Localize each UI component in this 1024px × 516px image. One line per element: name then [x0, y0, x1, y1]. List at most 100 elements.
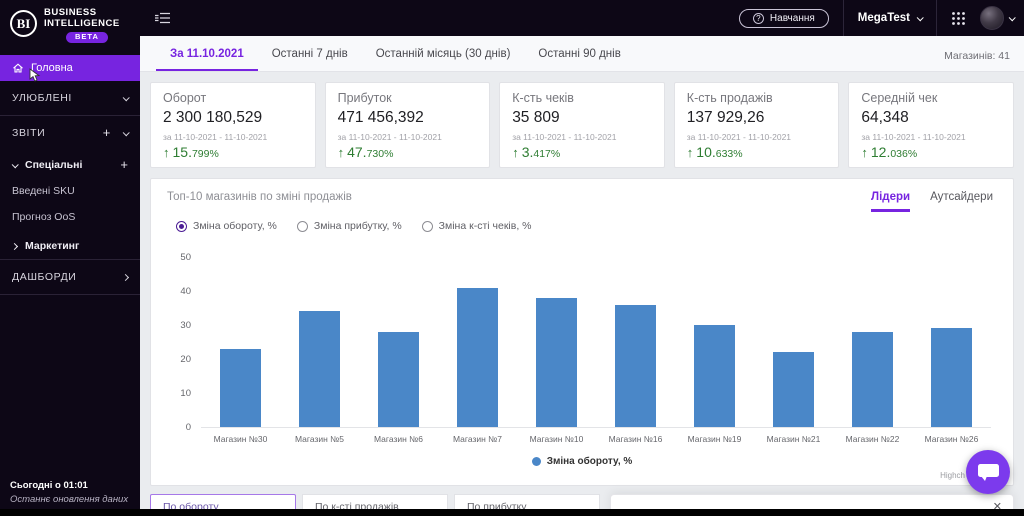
bar[interactable] — [615, 304, 656, 427]
radio-icon — [176, 220, 187, 232]
sidebar-item-special[interactable]: Спеціальні + — [0, 150, 140, 178]
bar[interactable] — [299, 311, 340, 427]
kpi-change-value: 10. — [696, 144, 716, 160]
add-special-icon[interactable]: + — [120, 158, 128, 171]
kpi-card: Оборот 2 300 180,529 за 11-10-2021 - 11-10… — [150, 82, 316, 168]
chart-tab[interactable]: Лідери — [871, 191, 911, 212]
bar-label: Магазин №30 — [213, 434, 268, 444]
kpi-change-decimals: 799% — [191, 148, 219, 160]
bar[interactable] — [220, 348, 261, 427]
last-update-time: Сьогодні о 01:01 — [10, 480, 88, 492]
period-tab[interactable]: Останні 90 днів — [524, 48, 634, 71]
sidebar-item-marketing[interactable]: Маркетинг — [0, 230, 140, 259]
bar[interactable] — [536, 297, 577, 427]
sidebar-section-reports[interactable]: ЗВІТИ + — [0, 116, 140, 150]
home-icon — [13, 63, 23, 74]
special-label: Спеціальні — [25, 159, 83, 172]
bar-label: Магазин №16 — [608, 434, 663, 444]
up-arrow-icon: ↑ — [861, 145, 868, 160]
marketing-label: Маркетинг — [25, 240, 80, 253]
period-tab[interactable]: За 11.10.2021 — [156, 48, 258, 71]
sidebar-section-favorites[interactable]: УЛЮБЛЕНІ — [0, 81, 140, 115]
sidebar: BI BUSINESS INTELLIGENCE BETA Головна УЛ… — [0, 0, 140, 516]
chart-tab[interactable]: Аутсайдери — [930, 191, 993, 212]
up-arrow-icon: ↑ — [337, 145, 345, 160]
kpi-title: Середній чек — [861, 91, 938, 105]
bar[interactable] — [852, 331, 893, 427]
kpi-value: 35 809 — [512, 109, 560, 126]
chart-tabs: Лідери Аутсайдери — [871, 191, 993, 212]
bar-column: Магазин №19 — [675, 258, 754, 444]
kpi-change: ↑ 10. 633% — [687, 144, 827, 160]
bar-slot — [280, 258, 359, 428]
sidebar-item-entered-sku[interactable]: Введені SKU — [0, 178, 140, 204]
favorites-label: УЛЮБЛЕНІ — [12, 92, 72, 105]
kpi-change-decimals: 036% — [890, 148, 918, 160]
y-axis-label: 0 — [185, 422, 191, 433]
account-menu[interactable]: MegaTest — [857, 12, 924, 24]
chevron-down-icon — [122, 129, 130, 137]
brand-text: BUSINESS INTELLIGENCE BETA — [44, 7, 120, 44]
legend-marker-icon — [531, 457, 541, 466]
avatar — [980, 6, 1004, 30]
kpi-value: 64,348 — [861, 109, 909, 126]
period-tab[interactable]: Останні 7 днів — [258, 48, 362, 71]
bar-column: Магазин №10 — [517, 258, 596, 444]
period-tab[interactable]: Останній місяць (30 днів) — [362, 48, 525, 71]
metric-radio[interactable]: Зміна обороту, % — [176, 220, 277, 232]
bar-label: Магазин №22 — [845, 434, 900, 444]
bar-slot — [675, 258, 754, 428]
radio-label: Зміна обороту, % — [193, 220, 277, 232]
kpi-change-decimals: 417% — [533, 148, 561, 160]
last-update-note: Останнє оновлення даних — [10, 493, 129, 505]
bar[interactable] — [457, 287, 498, 427]
y-axis-label: 20 — [180, 354, 191, 365]
chevron-down-icon — [11, 161, 19, 169]
kpi-change-value: 15. — [172, 144, 192, 160]
chevron-right-icon — [121, 273, 130, 282]
bar-column: Магазин №26 — [912, 258, 991, 444]
bar-slot — [754, 258, 833, 428]
sidebar-section-dashboards[interactable]: ДАШБОРДИ — [0, 260, 140, 294]
bar[interactable] — [931, 328, 972, 427]
sidebar-item-oos-forecast[interactable]: Прогноз OoS — [0, 204, 140, 230]
kpi-change-value: 12. — [870, 144, 891, 160]
bar[interactable] — [694, 325, 735, 427]
sidebar-item-home[interactable]: Головна — [0, 55, 140, 83]
user-menu[interactable] — [980, 6, 1016, 30]
add-report-icon[interactable]: + — [103, 126, 111, 139]
bar-column: Магазин №30 — [201, 258, 280, 444]
account-name: MegaTest — [857, 12, 910, 24]
kpi-title: Оборот — [163, 91, 207, 105]
metric-radio[interactable]: Зміна к-сті чеків, % — [421, 220, 532, 232]
kpi-value: 137 929,26 — [686, 109, 765, 126]
content: За 11.10.2021 Останні 7 днів Останній міся… — [140, 36, 1024, 516]
radio-icon — [296, 220, 308, 232]
chat-button[interactable] — [966, 450, 1010, 494]
bar[interactable] — [773, 352, 814, 427]
bar-slot — [359, 258, 438, 428]
chart-title: Топ-10 магазинів по зміні продажів — [167, 191, 352, 203]
y-axis-label: 50 — [180, 252, 191, 263]
kpi-period: за 11-10-2021 - 11-10-2021 — [163, 132, 268, 142]
y-axis-label: 30 — [180, 320, 191, 331]
chat-bubble-icon — [978, 464, 999, 481]
up-arrow-icon: ↑ — [512, 145, 519, 160]
y-axis-label: 10 — [180, 388, 191, 399]
bar-slot — [833, 258, 912, 428]
app-launcher-icon[interactable] — [951, 11, 966, 26]
training-button[interactable]: ? Навчання — [738, 8, 829, 28]
sidebar-divider — [0, 294, 140, 296]
chart-legend[interactable]: Зміна обороту, % — [167, 456, 997, 481]
chevron-down-icon — [916, 13, 924, 21]
legend-label: Зміна обороту, % — [546, 456, 633, 467]
help-icon: ? — [752, 12, 764, 24]
metric-radio[interactable]: Зміна прибутку, % — [296, 220, 402, 232]
bar[interactable] — [378, 331, 419, 427]
brand-line2: INTELLIGENCE — [44, 17, 120, 29]
kpi-title: К-сть чеків — [512, 91, 574, 105]
collapse-menu-icon[interactable] — [154, 11, 171, 25]
dashboards-label: ДАШБОРДИ — [12, 271, 77, 284]
bar-label: Магазин №26 — [924, 434, 979, 444]
kpi-period: за 11-10-2021 - 11-10-2021 — [337, 132, 442, 142]
